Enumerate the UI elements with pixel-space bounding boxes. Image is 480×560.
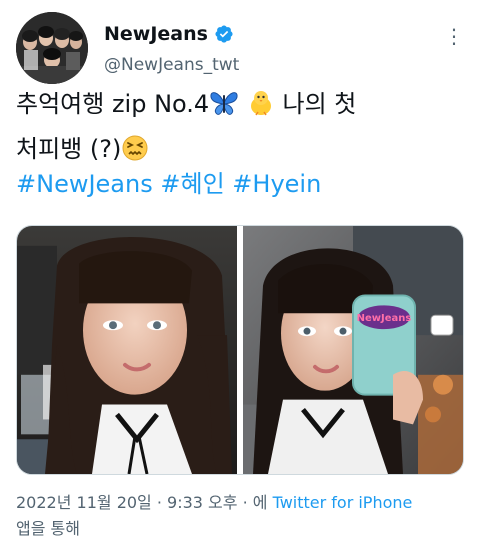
author-handle[interactable]: @NewJeans_twt: [104, 54, 239, 76]
tweet-text: 추억여행 zip No.4 나의 첫 처피뱅 (?): [16, 84, 464, 174]
tweet-text-line2: 처피뱅 (?): [16, 135, 122, 163]
tweet-timestamp[interactable]: 2022년 11월 20일 · 9:33 오후 · 에: [16, 493, 267, 512]
more-options-icon[interactable]: ⋮: [444, 24, 464, 48]
author-name-row[interactable]: NewJeans: [104, 22, 234, 46]
tweet-source-suffix: 앱을 통해: [16, 519, 80, 538]
hashtag-newjeans[interactable]: #NewJeans: [16, 170, 153, 198]
phone-case-logo: NewJeans: [357, 313, 412, 324]
tweet-metadata: 2022년 11월 20일 · 9:33 오후 · 에 Twitter for …: [16, 490, 464, 542]
media-grid: NewJeans: [16, 225, 464, 475]
chick-icon: [247, 89, 275, 129]
hashtag-hyein[interactable]: #Hyein: [232, 170, 321, 198]
tweet-text-line1: 추억여행 zip No.4: [16, 90, 210, 118]
photo-1[interactable]: [17, 226, 237, 474]
author-display-name[interactable]: NewJeans: [104, 22, 208, 46]
tweet-text-line1-suffix: 나의 첫: [282, 90, 357, 118]
hashtags: #NewJeans #혜인 #Hyein: [16, 164, 321, 204]
tweet-source-link[interactable]: Twitter for iPhone: [273, 493, 413, 512]
hashtag-hyein-korean[interactable]: #혜인: [160, 170, 224, 198]
photo-2[interactable]: NewJeans: [243, 226, 463, 474]
avatar[interactable]: [16, 12, 88, 84]
verified-badge-icon: [214, 24, 234, 44]
butterfly-icon: [209, 89, 239, 129]
